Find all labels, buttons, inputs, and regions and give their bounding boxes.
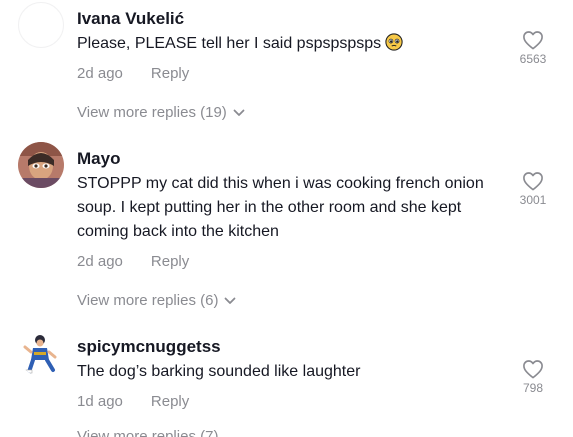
view-more-replies-button[interactable]: View more replies (6) bbox=[77, 292, 236, 309]
view-more-replies-label: View more replies (7) bbox=[77, 428, 219, 437]
comment-text: STOPPP my cat did this when i was cookin… bbox=[77, 175, 484, 240]
comment-username[interactable]: Ivana Vukelić bbox=[77, 9, 184, 29]
view-more-replies-button[interactable]: View more replies (19) bbox=[77, 104, 245, 121]
like-count: 6563 bbox=[519, 52, 547, 66]
reply-button[interactable]: Reply bbox=[151, 65, 189, 82]
avatar[interactable] bbox=[18, 142, 64, 188]
comment-date: 2d ago bbox=[77, 253, 123, 270]
comment-item: Ivana Vukelić Please, PLEASE tell her I … bbox=[0, 0, 573, 130]
heart-icon bbox=[523, 360, 543, 379]
like-count: 3001 bbox=[519, 193, 547, 207]
comments-panel: Ivana Vukelić Please, PLEASE tell her I … bbox=[0, 0, 573, 437]
comment-text: The dog’s barking sounded like laughter bbox=[77, 363, 361, 380]
heart-icon bbox=[523, 172, 543, 191]
like-count: 798 bbox=[522, 381, 544, 395]
heart-icon bbox=[523, 31, 543, 50]
comment-meta: 1d ago Reply bbox=[77, 393, 189, 410]
avatar[interactable] bbox=[18, 330, 64, 376]
comment-text-body: Please, PLEASE tell her I said pspspspsp… bbox=[77, 35, 382, 52]
view-more-replies-label: View more replies (6) bbox=[77, 292, 219, 309]
comment-username[interactable]: Mayo bbox=[77, 149, 120, 169]
avatar-image bbox=[18, 330, 64, 376]
comment-meta: 2d ago Reply bbox=[77, 65, 189, 82]
comment-date: 2d ago bbox=[77, 65, 123, 82]
chevron-down-icon bbox=[225, 297, 236, 304]
like-button[interactable]: 6563 bbox=[513, 30, 553, 66]
reply-button[interactable]: Reply bbox=[151, 393, 189, 410]
comment-date: 1d ago bbox=[77, 393, 123, 410]
view-more-replies-button[interactable]: View more replies (7) bbox=[77, 428, 218, 437]
like-button[interactable]: 3001 bbox=[513, 171, 553, 207]
pleading-face-icon bbox=[385, 33, 403, 51]
view-more-replies-label: View more replies (19) bbox=[77, 104, 227, 121]
reply-button[interactable]: Reply bbox=[151, 253, 189, 270]
comment-meta: 2d ago Reply bbox=[77, 253, 189, 270]
like-button[interactable]: 798 bbox=[513, 359, 553, 395]
comment-username[interactable]: spicymcnuggetss bbox=[77, 337, 221, 357]
comment-text: Please, PLEASE tell her I said pspspspsp… bbox=[77, 32, 497, 56]
avatar-image bbox=[18, 142, 64, 188]
avatar[interactable] bbox=[18, 2, 64, 48]
chevron-down-icon bbox=[233, 109, 245, 116]
